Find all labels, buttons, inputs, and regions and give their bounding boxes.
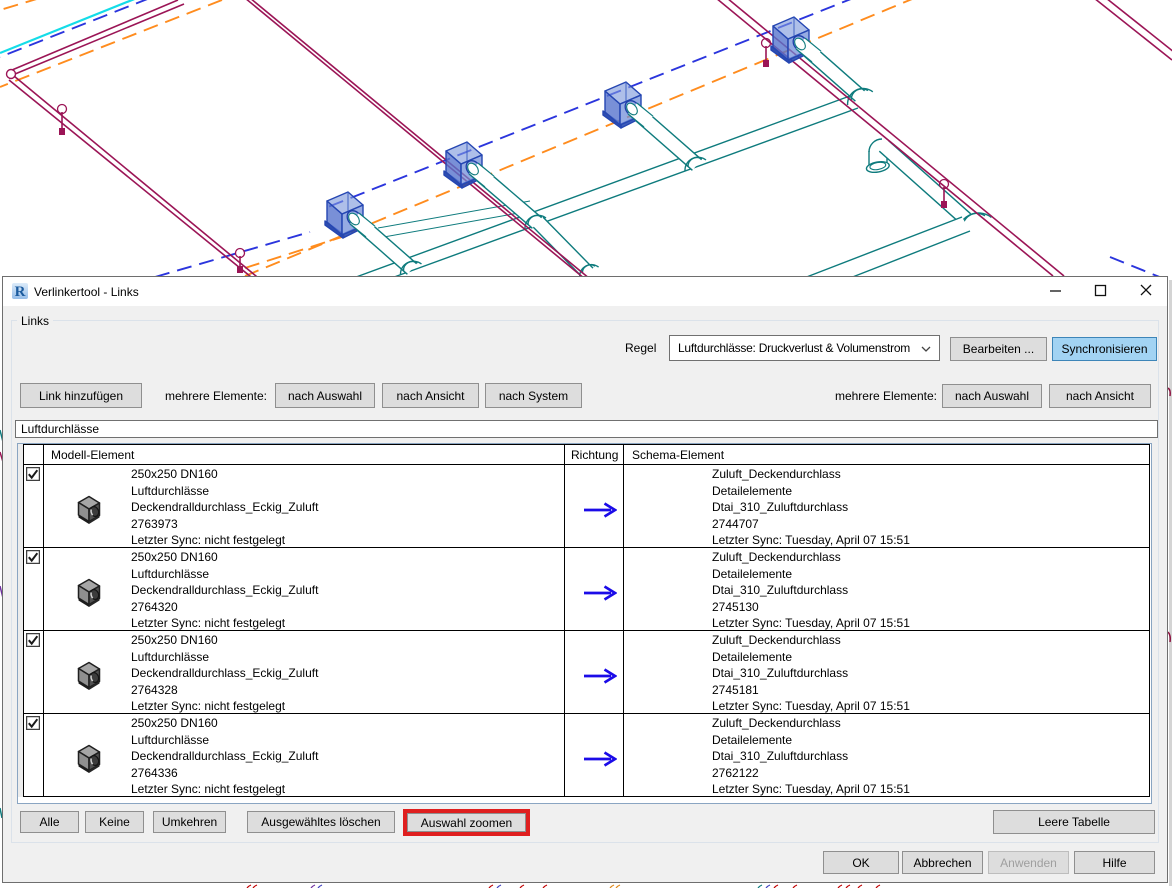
svg-text:R: R (15, 284, 26, 299)
